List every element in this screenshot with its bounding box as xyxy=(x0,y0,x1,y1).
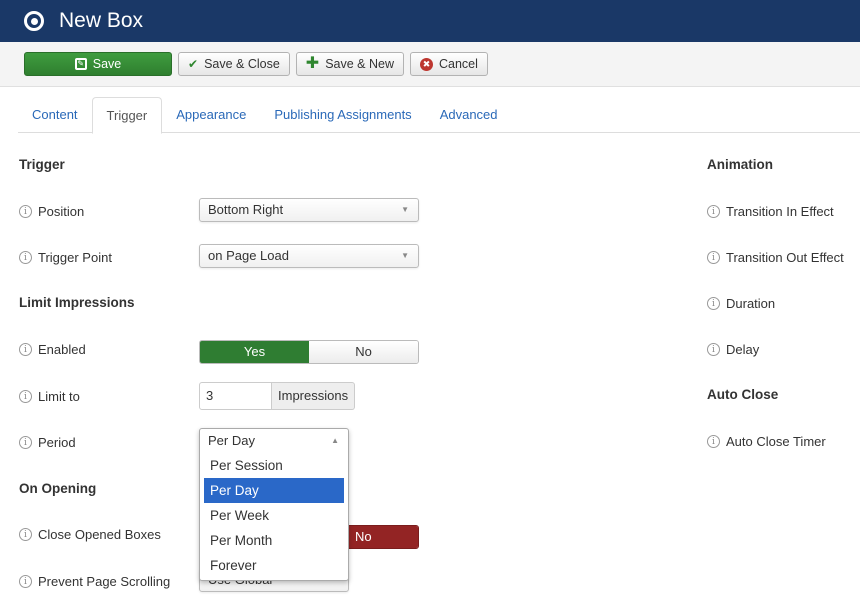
field-delay-label: i Delay xyxy=(707,342,759,357)
label-text: Transition In Effect xyxy=(726,204,834,219)
field-transition-in-label: i Transition In Effect xyxy=(707,204,834,219)
save-new-button[interactable]: ✚ Save & New xyxy=(295,52,404,76)
field-limit-to-label: i Limit to xyxy=(19,389,80,404)
toolbar: ✎ Save ✔ Save & Close ✚ Save & New ✖ Can… xyxy=(0,42,860,87)
period-select[interactable]: Per Day ▲ xyxy=(200,429,348,453)
period-option[interactable]: Per Week xyxy=(204,503,344,528)
enabled-no-option[interactable]: No xyxy=(309,341,418,363)
tab-trigger[interactable]: Trigger xyxy=(91,97,163,134)
cancel-label: Cancel xyxy=(438,57,478,71)
info-icon[interactable]: i xyxy=(707,435,720,448)
info-icon[interactable]: i xyxy=(19,251,32,264)
label-text: Limit to xyxy=(38,389,80,404)
limit-to-input[interactable]: 3 xyxy=(199,382,272,410)
enabled-yes-option[interactable]: Yes xyxy=(200,341,309,363)
label-text: Position xyxy=(38,204,85,219)
section-title-limit-impressions: Limit Impressions xyxy=(19,295,135,310)
page-header: New Box xyxy=(0,0,860,42)
field-duration-label: i Duration xyxy=(707,296,775,311)
label-text: Delay xyxy=(726,342,760,357)
save-close-button[interactable]: ✔ Save & Close xyxy=(178,52,290,76)
section-title-on-opening: On Opening xyxy=(19,481,97,496)
cancel-button[interactable]: ✖ Cancel xyxy=(409,52,488,76)
field-trigger-point-label: i Trigger Point xyxy=(19,250,112,265)
info-icon[interactable]: i xyxy=(19,528,32,541)
tab-appearance[interactable]: Appearance xyxy=(162,97,260,132)
label-text: Trigger Point xyxy=(38,250,112,265)
save-close-label: Save & Close xyxy=(204,57,280,71)
tab-bar: Content Trigger Appearance Publishing As… xyxy=(18,97,860,134)
impressions-addon: Impressions xyxy=(272,382,356,410)
save-button[interactable]: ✎ Save xyxy=(24,52,172,76)
chevron-up-icon: ▲ xyxy=(331,436,339,445)
info-icon[interactable]: i xyxy=(707,205,720,218)
info-icon[interactable]: i xyxy=(707,251,720,264)
label-text: Transition Out Effect xyxy=(726,250,844,265)
check-icon: ✔ xyxy=(188,57,199,71)
cancel-icon: ✖ xyxy=(419,57,433,71)
enabled-toggle: Yes No xyxy=(199,340,419,364)
info-icon[interactable]: i xyxy=(19,390,32,403)
field-close-opened-boxes-label: i Close Opened Boxes xyxy=(19,527,161,542)
field-prevent-page-scrolling-label: i Prevent Page Scrolling xyxy=(19,574,170,589)
tab-advanced[interactable]: Advanced xyxy=(426,97,512,132)
tab-content[interactable]: Content xyxy=(18,97,92,132)
field-enabled-label: i Enabled xyxy=(19,342,86,357)
period-options: Per Session Per Day Per Week Per Month F… xyxy=(200,453,348,578)
page-title: New Box xyxy=(59,9,144,32)
limit-to-input-group: 3 Impressions xyxy=(199,382,356,410)
field-position-label: i Position xyxy=(19,204,84,219)
tab-publishing-assignments[interactable]: Publishing Assignments xyxy=(260,97,425,132)
radio-target-icon xyxy=(24,11,44,31)
period-option-selected[interactable]: Per Day xyxy=(204,478,344,503)
label-text: Close Opened Boxes xyxy=(38,527,161,542)
period-option[interactable]: Forever xyxy=(204,553,344,578)
period-select-value: Per Day xyxy=(208,433,255,448)
chevron-down-icon: ▼ xyxy=(401,205,409,214)
section-title-auto-close: Auto Close xyxy=(707,387,779,402)
label-text: Auto Close Timer xyxy=(726,434,826,449)
period-dropdown[interactable]: Per Day ▲ Per Session Per Day Per Week P… xyxy=(199,428,349,581)
chevron-down-icon: ▼ xyxy=(401,251,409,260)
position-select[interactable]: Bottom Right ▼ xyxy=(199,198,419,222)
plus-icon: ✚ xyxy=(305,55,320,72)
label-text: Prevent Page Scrolling xyxy=(38,574,171,589)
period-option[interactable]: Per Month xyxy=(204,528,344,553)
position-select-value: Bottom Right xyxy=(208,202,284,217)
trigger-point-select[interactable]: on Page Load ▼ xyxy=(199,244,419,268)
field-auto-close-timer-label: i Auto Close Timer xyxy=(707,434,826,449)
field-period-label: i Period xyxy=(19,435,76,450)
info-icon[interactable]: i xyxy=(19,343,32,356)
label-text: Period xyxy=(38,435,76,450)
section-title-animation: Animation xyxy=(707,157,773,172)
info-icon[interactable]: i xyxy=(707,343,720,356)
save-new-label: Save & New xyxy=(325,57,394,71)
info-icon[interactable]: i xyxy=(19,575,32,588)
save-button-label: Save xyxy=(92,57,122,71)
edit-icon: ✎ xyxy=(74,58,87,70)
trigger-point-select-value: on Page Load xyxy=(208,248,289,263)
label-text: Duration xyxy=(726,296,776,311)
section-title-trigger: Trigger xyxy=(19,157,65,172)
label-text: Enabled xyxy=(38,342,86,357)
info-icon[interactable]: i xyxy=(707,297,720,310)
info-icon[interactable]: i xyxy=(19,436,32,449)
period-option[interactable]: Per Session xyxy=(204,453,344,478)
info-icon[interactable]: i xyxy=(19,205,32,218)
field-transition-out-label: i Transition Out Effect xyxy=(707,250,844,265)
